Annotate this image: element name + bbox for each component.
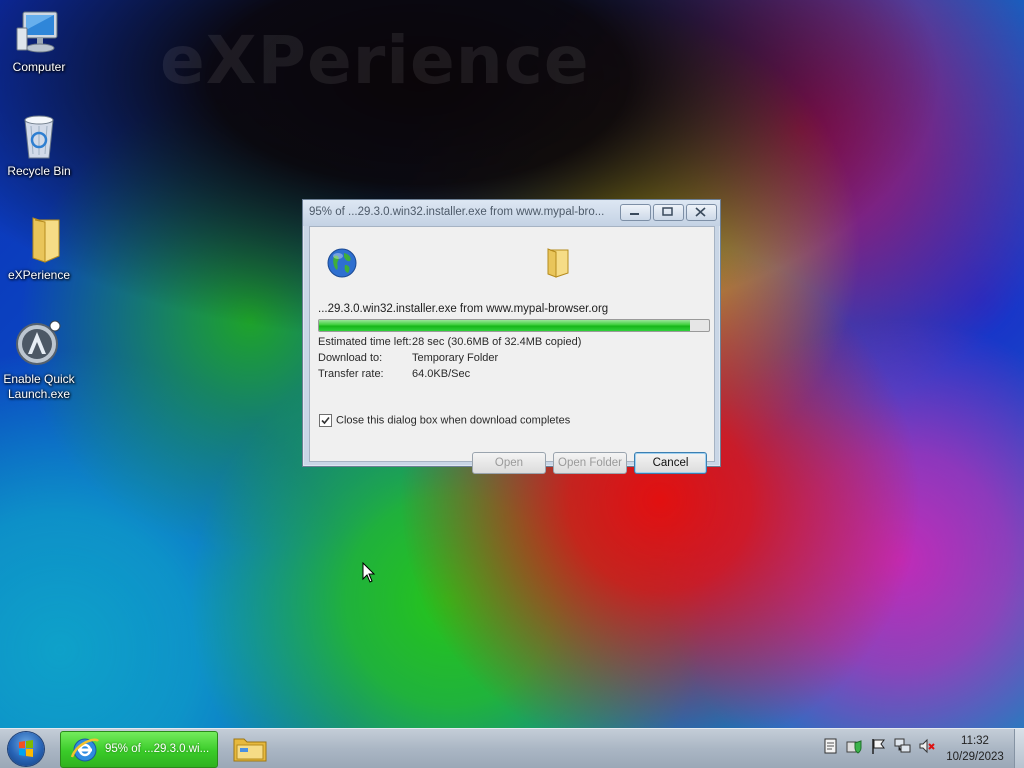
start-button[interactable] (8, 732, 44, 766)
dialog-titlebar[interactable]: 95% of ...29.3.0.win32.installer.exe fro… (303, 200, 720, 226)
taskbar-download-task[interactable]: 95% of ...29.3.0.wi... (60, 731, 218, 768)
close-when-done-option[interactable]: Close this dialog box when download comp… (319, 414, 570, 427)
progress-fill (319, 320, 690, 331)
desktop-icon-label: eXPerience (7, 268, 71, 282)
close-when-done-label: Close this dialog box when download comp… (336, 414, 571, 427)
internet-explorer-icon (70, 738, 99, 762)
info-key: Download to: (318, 352, 383, 364)
taskbar-task-label: 95% of ...29.3.0.wi... (105, 743, 210, 755)
volume-muted-icon[interactable] (918, 737, 936, 757)
taskbar-explorer-button[interactable] (230, 733, 270, 765)
open-button[interactable]: Open (472, 452, 546, 474)
show-desktop-button[interactable] (1014, 729, 1024, 768)
info-key: Estimated time left: (318, 336, 412, 348)
checkmark-icon (321, 416, 330, 425)
info-value: 64.0KB/Sec (412, 368, 471, 380)
quick-launch-app-icon (15, 320, 63, 368)
open-folder-button[interactable]: Open Folder (553, 452, 627, 474)
windows-logo-icon (19, 740, 33, 757)
info-row-time-left: Estimated time left:28 sec (30.6MB of 32… (318, 336, 581, 348)
desktop-icon-label: Computer (12, 60, 66, 74)
desktop-icon-label: Enable Quick Launch.exe (3, 372, 75, 401)
maximize-button[interactable] (653, 204, 684, 221)
desktop-watermark: eXPerience (160, 22, 590, 99)
globe-icon (326, 247, 358, 282)
info-row-download-to: Download to: Temporary Folder (318, 352, 498, 364)
clock-date: 10/29/2023 (946, 751, 1004, 763)
info-row-transfer-rate: Transfer rate: 64.0KB/Sec (318, 368, 470, 380)
computer-icon (15, 8, 63, 56)
info-value: 28 sec (30.6MB of 32.4MB copied) (412, 336, 582, 348)
desktop-icon-experience-folder[interactable]: eXPerience (0, 216, 78, 283)
minimize-button[interactable] (620, 204, 651, 221)
download-dialog: 95% of ...29.3.0.win32.installer.exe fro… (302, 199, 721, 474)
desktop-icon-computer[interactable]: Computer (0, 8, 78, 75)
clock-time: 11:32 (961, 735, 989, 747)
info-key: Transfer rate: (318, 368, 384, 380)
download-file-name: ...29.3.0.win32.installer.exe from www.m… (318, 303, 609, 315)
dialog-title: 95% of ...29.3.0.win32.installer.exe fro… (309, 206, 605, 218)
close-button[interactable] (686, 204, 717, 221)
minimize-icon (630, 213, 639, 215)
network-tray-icon[interactable] (894, 737, 912, 757)
security-shield-tray-icon[interactable] (846, 737, 864, 757)
download-progress-bar (318, 319, 710, 332)
close-when-done-checkbox[interactable] (319, 414, 332, 427)
document-tray-icon[interactable] (822, 737, 840, 757)
info-value: Temporary Folder (412, 352, 499, 364)
restore-icon (662, 207, 673, 216)
file-explorer-icon (233, 738, 267, 762)
taskbar-clock[interactable]: 11:32 10/29/2023 (940, 733, 1010, 765)
close-icon (695, 207, 706, 217)
cancel-button[interactable]: Cancel (634, 452, 707, 474)
desktop-icon-recycle-bin[interactable]: Recycle Bin (0, 112, 78, 179)
recycle-bin-icon (15, 112, 63, 160)
folder-icon (544, 247, 574, 282)
action-center-flag-icon[interactable] (870, 737, 888, 757)
folder-icon (15, 216, 63, 264)
desktop-icon-label: Recycle Bin (7, 164, 71, 178)
taskbar: 95% of ...29.3.0.wi... 11:32 10/29/2023 (0, 728, 1024, 768)
dialog-client-area: ...29.3.0.win32.installer.exe from www.m… (309, 226, 715, 474)
desktop-icon-enable-quick-launch[interactable]: Enable Quick Launch.exe (0, 320, 78, 402)
mouse-cursor-icon (362, 561, 376, 587)
